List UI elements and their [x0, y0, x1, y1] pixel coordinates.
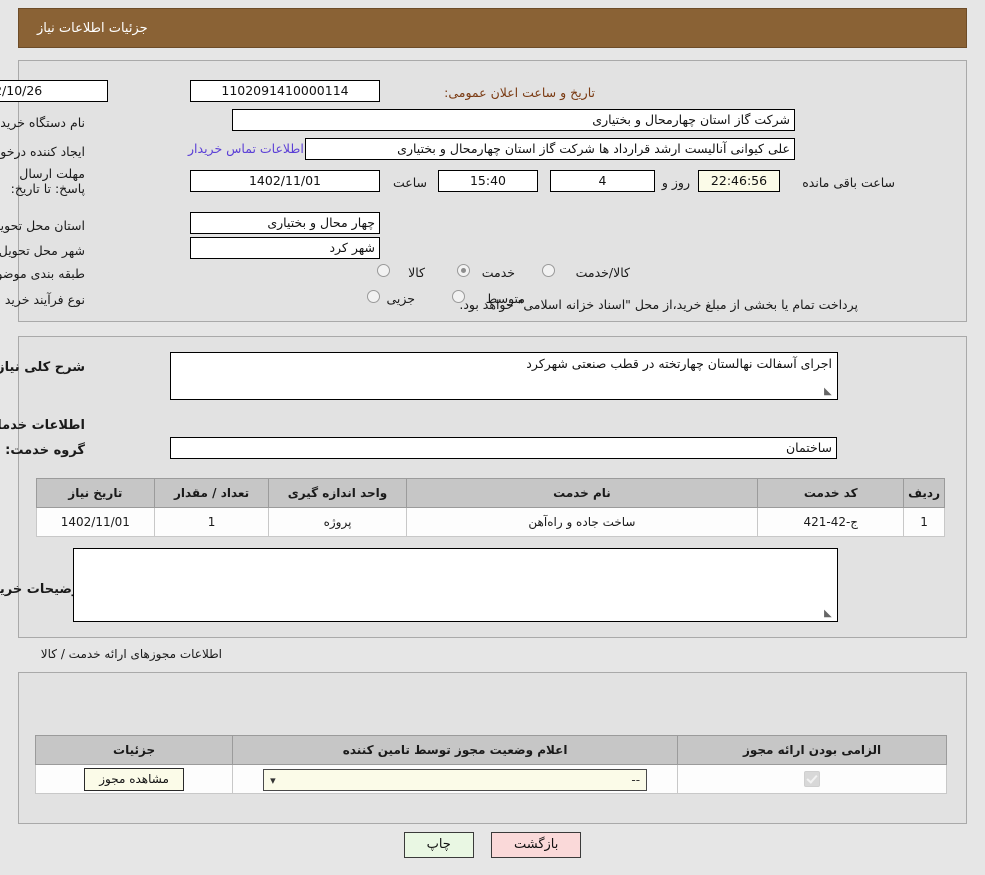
- th-permit-required: الزامی بودن ارائه مجوز: [677, 735, 947, 765]
- buyer-org-label: نام دستگاه خریدار:: [0, 115, 85, 130]
- footer-button-bar: بازگشت چاپ: [0, 832, 985, 858]
- radio-category-kala[interactable]: [377, 264, 390, 277]
- chevron-down-icon: ▾: [270, 774, 276, 787]
- resize-grip-icon-2[interactable]: ◢: [824, 608, 834, 619]
- cell-quantity: 1: [153, 507, 270, 537]
- service-group-label: گروه خدمت:: [5, 443, 85, 458]
- radio-process-jozi-label: جزیی: [386, 291, 415, 306]
- view-permit-button[interactable]: مشاهده مجوز: [84, 767, 184, 791]
- cell-unit: پروژه: [268, 507, 407, 537]
- th-row-no: ردیف: [903, 478, 945, 508]
- general-desc-value: اجرای آسفالت نهالستان چهارتخته در قطب صن…: [526, 356, 832, 371]
- cell-need-date: 1402/11/01: [36, 507, 155, 537]
- permit-required-checkbox: [804, 771, 821, 787]
- buyer-org-value: شرکت گاز استان چهارمحال و بختیاری: [232, 109, 795, 131]
- resize-grip-icon[interactable]: ◢: [824, 386, 834, 397]
- th-quantity: تعداد / مقدار: [153, 478, 270, 508]
- cell-permit-status: ▾ --: [232, 764, 679, 794]
- th-need-date: تاریخ نیاز: [36, 478, 155, 508]
- back-button[interactable]: بازگشت: [490, 832, 582, 858]
- services-info-title: اطلاعات خدمات مورد نیاز: [0, 418, 85, 433]
- radio-process-jozi[interactable]: [367, 290, 380, 303]
- days-separator-label: روز و: [661, 175, 690, 190]
- th-permit-details: جزئیات: [34, 735, 234, 765]
- category-label: طبقه بندی موضوعی:: [0, 266, 85, 281]
- radio-category-kala-label: کالا: [408, 265, 425, 280]
- city-value: شهر کرد: [190, 237, 380, 259]
- permits-table-header-row: الزامی بودن ارائه مجوز اعلام وضعیت مجوز …: [34, 735, 947, 765]
- permits-section-title: اطلاعات مجوزهای ارائه خدمت / کالا: [40, 647, 222, 661]
- th-unit: واحد اندازه گیری: [268, 478, 407, 508]
- city-label: شهر محل تحویل:: [0, 243, 85, 258]
- announce-datetime-value: 1402/10/26 - 15:46: [0, 80, 108, 102]
- permits-table: الزامی بودن ارائه مجوز اعلام وضعیت مجوز …: [34, 735, 947, 794]
- radio-category-khedmat-label: خدمت: [481, 265, 515, 280]
- announce-datetime-label: تاریخ و ساعت اعلان عمومی:: [444, 85, 595, 100]
- buyer-notes-textarea[interactable]: ◢: [73, 548, 838, 622]
- remaining-suffix-label: ساعت باقی مانده: [802, 175, 895, 190]
- page-title: جزئیات اطلاعات نیاز: [37, 20, 148, 36]
- province-label: استان محل تحویل:: [0, 218, 85, 233]
- service-group-value: ساختمان: [170, 437, 837, 459]
- payment-note: پرداخت تمام یا بخشی از مبلغ خرید،از محل …: [459, 297, 858, 312]
- cell-service-code: ج-42-421: [757, 507, 905, 537]
- province-value: چهار محال و بختیاری: [190, 212, 380, 234]
- table-row: 1 ج-42-421 ساخت جاده و راه‌آهن پروژه 1 1…: [36, 507, 945, 537]
- buyer-contact-link[interactable]: اطلاعات تماس خریدار: [188, 141, 304, 156]
- cell-service-name: ساخت جاده و راه‌آهن: [405, 507, 759, 537]
- permit-status-select[interactable]: ▾ --: [263, 769, 648, 791]
- deadline-label: مهلت ارسال پاسخ: تا تاریخ:: [10, 166, 85, 196]
- print-button[interactable]: چاپ: [403, 832, 474, 858]
- process-label: نوع فرآیند خرید :: [0, 292, 85, 307]
- cell-permit-details: مشاهده مجوز: [34, 764, 234, 794]
- general-desc-label: شرح کلی نیاز:: [0, 360, 85, 375]
- cell-permit-required: [677, 764, 947, 794]
- th-permit-status: اعلام وضعیت مجوز توسط تامین کننده: [232, 735, 679, 765]
- services-table: ردیف کد خدمت نام خدمت واحد اندازه گیری ت…: [36, 478, 945, 537]
- page-title-bar: جزئیات اطلاعات نیاز: [18, 8, 967, 48]
- deadline-time-value: 15:40: [438, 170, 538, 192]
- radio-category-kala-khedmat-label: کالا/خدمت: [575, 265, 630, 280]
- general-desc-textarea[interactable]: اجرای آسفالت نهالستان چهارتخته در قطب صن…: [170, 352, 838, 400]
- page-root: AnaTender.net جزئیات اطلاعات نیاز شماره …: [0, 0, 985, 875]
- time-remaining-value: 22:46:56: [698, 170, 780, 192]
- days-remaining-value: 4: [550, 170, 655, 192]
- cell-row-no: 1: [903, 507, 945, 537]
- th-service-code: کد خدمت: [757, 478, 905, 508]
- radio-category-khedmat[interactable]: [457, 264, 470, 277]
- requester-label: ایجاد کننده درخواست:: [0, 144, 85, 159]
- services-table-header-row: ردیف کد خدمت نام خدمت واحد اندازه گیری ت…: [36, 478, 945, 508]
- permit-status-value: --: [631, 773, 641, 787]
- radio-category-kala-khedmat[interactable]: [542, 264, 555, 277]
- table-row: ▾ -- مشاهده مجوز: [34, 764, 947, 794]
- deadline-date-value: 1402/11/01: [190, 170, 380, 192]
- requester-value: علی کیوانی آنالیست ارشد قرارداد ها شرکت …: [305, 138, 795, 160]
- th-service-name: نام خدمت: [405, 478, 759, 508]
- need-number-value: 1102091410000114: [190, 80, 380, 102]
- hour-label: ساعت: [392, 175, 427, 190]
